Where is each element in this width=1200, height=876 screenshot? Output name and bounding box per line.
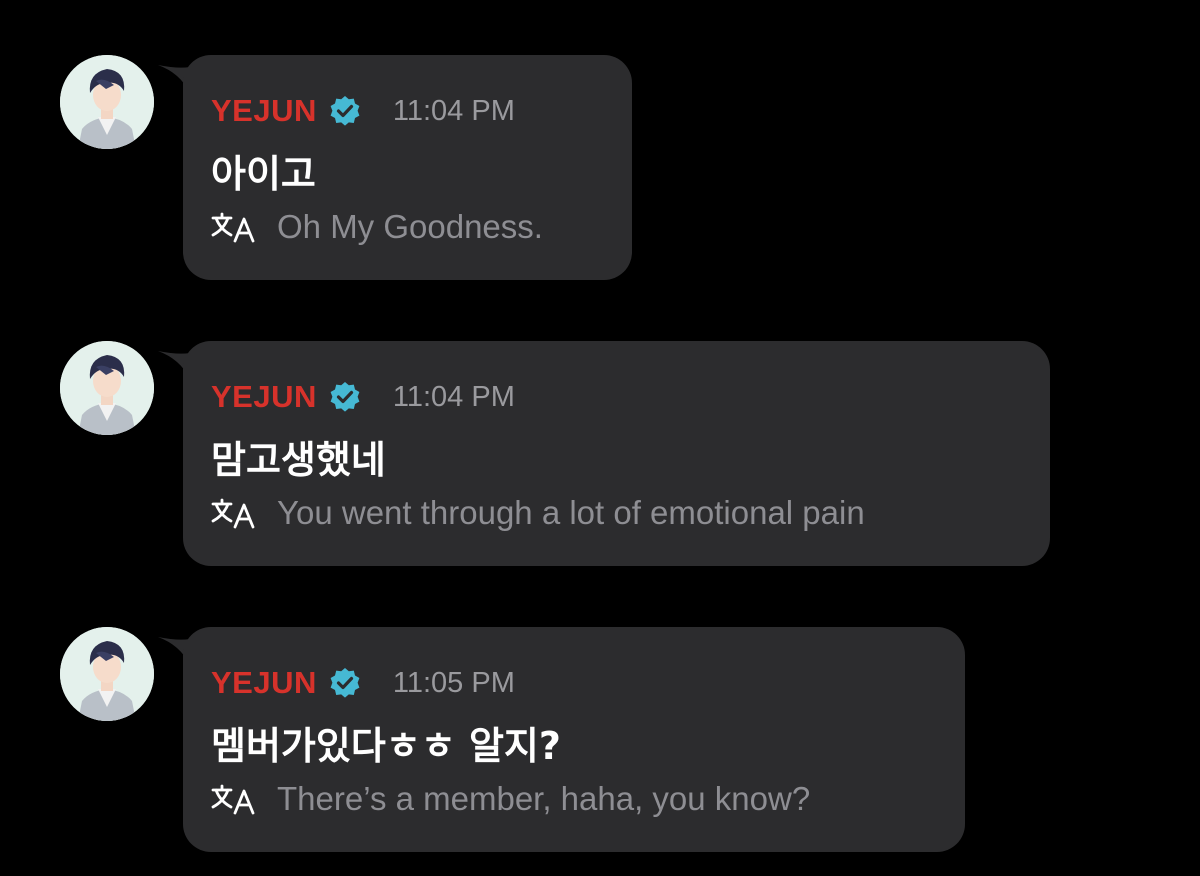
translate-icon[interactable] [211, 211, 257, 243]
verified-badge-icon [330, 668, 360, 698]
sender-name[interactable]: YEJUN [211, 93, 317, 129]
message-timestamp: 11:04 PM [392, 380, 515, 413]
message-text: 멤버가있다ㅎㅎ 알지? [211, 724, 561, 768]
translation-row: There’s a member, haha, you know? [211, 777, 810, 821]
message-header: YEJUN 11:05 PM [211, 663, 515, 703]
avatar[interactable] [60, 55, 154, 149]
message-timestamp: 11:04 PM [392, 94, 515, 127]
avatar[interactable] [60, 627, 154, 721]
message-text: 아이고 [211, 152, 316, 196]
message-bubble[interactable]: YEJUN 11:04 PM 아이고 Oh My Goodness. [183, 55, 632, 280]
translate-icon[interactable] [211, 497, 257, 529]
message-timestamp: 11:05 PM [392, 666, 515, 699]
message-text: 맘고생했네 [211, 438, 386, 482]
avatar-portrait [60, 627, 154, 721]
avatar[interactable] [60, 341, 154, 435]
message-header: YEJUN 11:04 PM [211, 91, 515, 131]
message-bubble[interactable]: YEJUN 11:05 PM 멤버가있다ㅎㅎ 알지? There’s a mem… [183, 627, 965, 852]
message-bubble[interactable]: YEJUN 11:04 PM 맘고생했네 You went through a … [183, 341, 1050, 566]
avatar-portrait [60, 55, 154, 149]
sender-name[interactable]: YEJUN [211, 665, 317, 701]
avatar-portrait [60, 341, 154, 435]
translation-row: You went through a lot of emotional pain [211, 491, 865, 535]
verified-badge-icon [330, 382, 360, 412]
translation-text: There’s a member, haha, you know? [277, 780, 811, 817]
translation-text: You went through a lot of emotional pain [277, 494, 865, 531]
translation-row: Oh My Goodness. [211, 205, 543, 249]
translation-text: Oh My Goodness. [277, 208, 543, 245]
verified-badge-icon [330, 96, 360, 126]
message-header: YEJUN 11:04 PM [211, 377, 515, 417]
translate-icon[interactable] [211, 783, 257, 815]
sender-name[interactable]: YEJUN [211, 379, 317, 415]
